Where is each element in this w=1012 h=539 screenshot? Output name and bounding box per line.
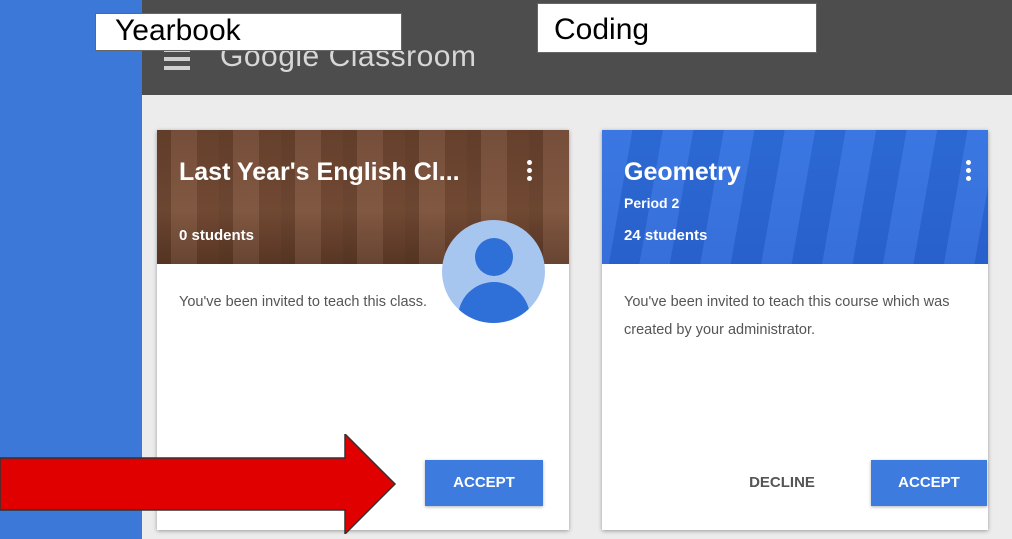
coding-label: Coding: [537, 3, 817, 53]
invite-message: You've been invited to teach this class.: [179, 294, 428, 310]
card-section: Period 2: [624, 195, 680, 211]
arrow-icon: [0, 434, 397, 534]
menu-icon[interactable]: [164, 48, 190, 70]
card-title[interactable]: Geometry: [624, 158, 741, 187]
more-vert-icon[interactable]: [525, 160, 533, 184]
yearbook-label: Yearbook: [95, 13, 402, 51]
accept-button[interactable]: ACCEPT: [425, 460, 543, 506]
avatar-icon: [442, 220, 545, 323]
more-vert-icon[interactable]: [964, 160, 972, 184]
student-count: 24 students: [624, 227, 708, 244]
accept-button[interactable]: ACCEPT: [871, 460, 987, 506]
card-header[interactable]: Geometry Period 2 24 students: [602, 130, 988, 264]
invite-message: You've been invited to teach this course…: [624, 294, 950, 338]
decline-button[interactable]: DECLINE: [732, 460, 832, 506]
student-count: 0 students: [179, 227, 255, 244]
card-title[interactable]: Last Year's English Cl...: [179, 158, 460, 187]
class-card-geometry: Geometry Period 2 24 students You've bee…: [602, 130, 988, 530]
